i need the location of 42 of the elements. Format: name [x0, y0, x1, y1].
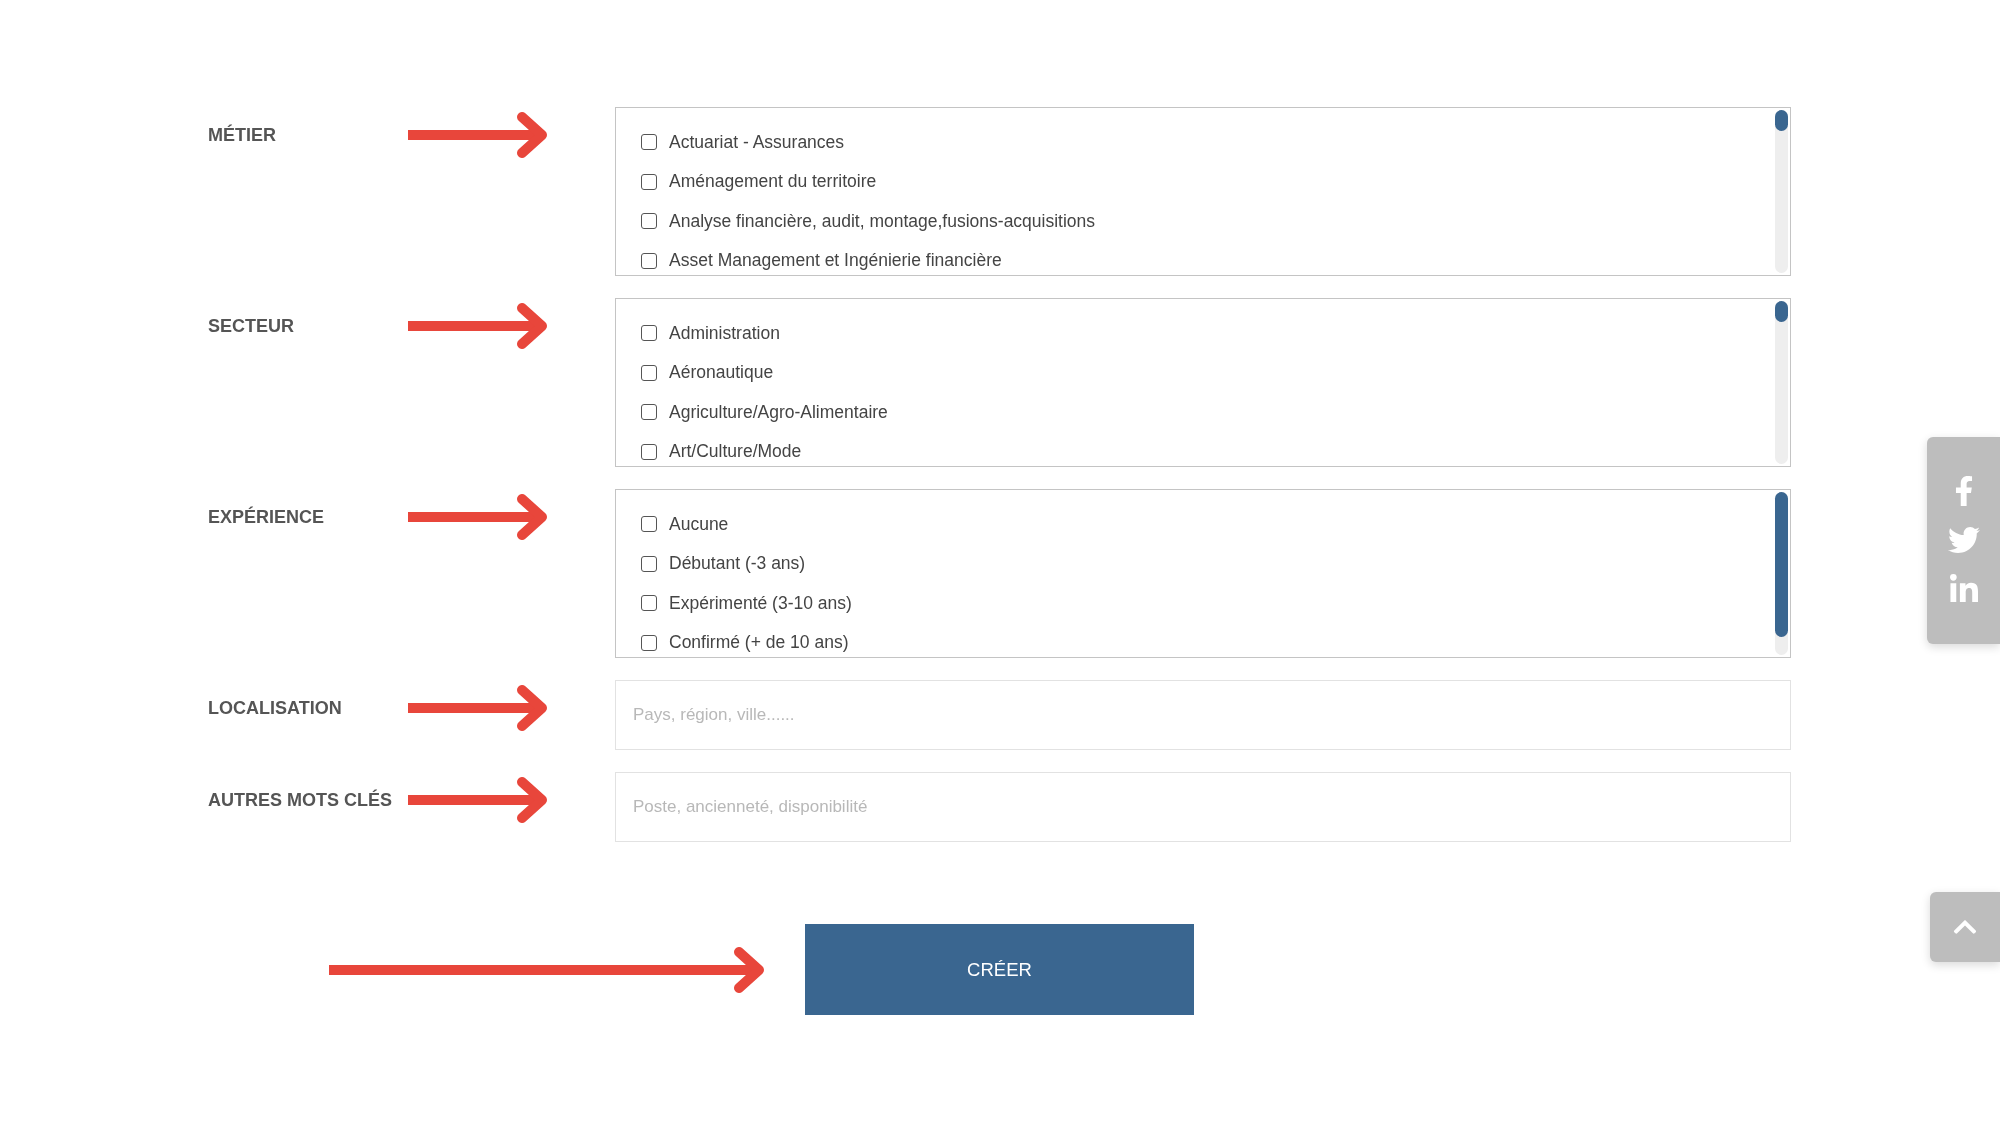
field-label: MÉTIER	[208, 124, 276, 146]
checkbox[interactable]	[641, 404, 657, 420]
arrow-icon	[408, 112, 548, 158]
arrow-icon	[329, 946, 765, 993]
scrollbar[interactable]	[1775, 301, 1788, 464]
checkbox[interactable]	[641, 252, 657, 269]
option-label: Débutant (-3 ans)	[669, 553, 806, 574]
text-input[interactable]: Pays, région, ville......	[615, 680, 1791, 750]
option-label: Asset Management et Ingénierie financière	[669, 250, 1002, 271]
checkbox[interactable]	[641, 634, 657, 651]
field-label: AUTRES MOTS CLÉS	[208, 789, 392, 811]
field-label: LOCALISATION	[208, 697, 342, 719]
option-label: Confirmé (+ de 10 ans)	[669, 632, 849, 653]
arrow-icon	[408, 494, 548, 540]
scrollbar-thumb[interactable]	[1775, 301, 1788, 323]
option-label: Aéronautique	[669, 362, 774, 383]
checkbox[interactable]	[641, 134, 657, 150]
scrollbar-thumb[interactable]	[1775, 110, 1788, 132]
checkbox[interactable]	[641, 173, 657, 190]
option-label: Aménagement du territoire	[669, 171, 877, 192]
checkbox[interactable]	[641, 213, 657, 229]
submit-button[interactable]: CRÉER	[805, 924, 1194, 1015]
arrow-icon	[408, 303, 548, 349]
option-label: Aucune	[669, 513, 729, 535]
option-label: Agriculture/Agro-Alimentaire	[669, 401, 888, 423]
checkbox[interactable]	[641, 364, 657, 381]
checkbox[interactable]	[641, 555, 657, 572]
option-label: Actuariat - Assurances	[669, 131, 845, 153]
option-label: Expérimenté (3-10 ans)	[669, 592, 852, 614]
option-label: Administration	[669, 322, 780, 344]
field-label: EXPÉRIENCE	[208, 506, 325, 528]
arrow-icon	[408, 777, 548, 823]
checkbox[interactable]	[641, 325, 657, 341]
checkbox[interactable]	[641, 443, 657, 460]
checkbox[interactable]	[641, 595, 657, 611]
text-input[interactable]: Poste, ancienneté, disponibilité	[615, 772, 1791, 842]
option-label: Analyse financière, audit, montage,fusions-acquisitions	[669, 210, 1096, 232]
field-label: SECTEUR	[208, 315, 294, 337]
checkbox[interactable]	[641, 516, 657, 532]
scrollbar[interactable]	[1775, 110, 1788, 273]
arrow-icon	[408, 685, 548, 731]
option-label: Art/Culture/Mode	[669, 441, 802, 462]
